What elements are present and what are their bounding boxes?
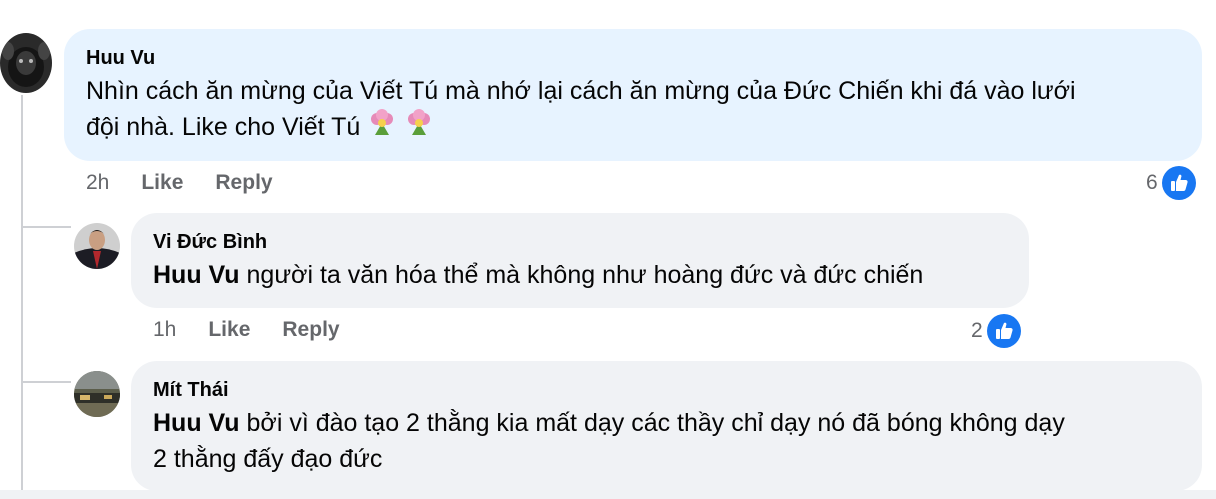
reply-text-content: bởi vì đào tạo 2 thằng kia mất dạy các t… xyxy=(246,409,1065,437)
comment-time[interactable]: 2h xyxy=(86,171,109,195)
reply-bubble: Mít Thái Huu Vu bởi vì đào tạo 2 thằng k… xyxy=(131,361,1202,491)
thread-line-branch-1 xyxy=(21,226,71,228)
reply-time[interactable]: 1h xyxy=(153,318,176,342)
like-button[interactable]: Like xyxy=(208,318,250,342)
reply-bubble: Vi Đức Bình Huu Vu người ta văn hóa thể … xyxy=(131,213,1029,308)
avatar[interactable] xyxy=(0,33,52,93)
mention-link[interactable]: Huu Vu xyxy=(153,409,240,437)
reaction-count: 6 xyxy=(1146,171,1158,194)
comment-text-line1: Nhìn cách ăn mừng của Viết Tú mà nhớ lại… xyxy=(86,77,1076,105)
thread-line-branch-2 xyxy=(21,381,71,383)
comment-bubble: Huu Vu Nhìn cách ăn mừng của Viết Tú mà … xyxy=(64,29,1202,161)
comment-text-line2-content: đội nhà. Like cho Viết Tú xyxy=(86,113,361,141)
bouquet-emoji-icon xyxy=(367,109,397,147)
avatar[interactable] xyxy=(74,223,120,269)
reply-button[interactable]: Reply xyxy=(282,318,339,342)
avatar[interactable] xyxy=(74,371,120,417)
thumbs-up-icon xyxy=(1161,166,1196,200)
reply-author[interactable]: Mít Thái xyxy=(153,377,1180,403)
reaction-summary[interactable]: 6 xyxy=(1146,166,1196,200)
reply-button[interactable]: Reply xyxy=(215,171,272,195)
reply-text-content: người ta văn hóa thể mà không như hoàng … xyxy=(246,261,924,289)
reply-text-line2: 2 thằng đấy đạo đức xyxy=(153,445,383,473)
reply-author[interactable]: Vi Đức Bình xyxy=(153,229,1007,255)
reply-text: Huu Vu người ta văn hóa thể mà không như… xyxy=(153,257,1007,293)
scroll-bottom-edge xyxy=(0,490,1216,499)
thread-line-vertical xyxy=(21,95,23,495)
like-button[interactable]: Like xyxy=(141,171,183,195)
bouquet-emoji-icon xyxy=(404,109,434,147)
mention-link[interactable]: Huu Vu xyxy=(153,261,240,289)
reaction-count: 2 xyxy=(971,319,983,342)
reaction-summary[interactable]: 2 xyxy=(971,314,1021,348)
comment-text: Nhìn cách ăn mừng của Viết Tú mà nhớ lại… xyxy=(86,73,1180,109)
comment-author[interactable]: Huu Vu xyxy=(86,45,1180,71)
reply-text: Huu Vu bởi vì đào tạo 2 thằng kia mất dạ… xyxy=(153,405,1180,441)
reply-actions: 1h Like Reply xyxy=(153,318,372,342)
comment-actions: 2h Like Reply xyxy=(86,171,305,195)
comment-text-line2: đội nhà. Like cho Viết Tú xyxy=(86,109,1180,147)
thumbs-up-icon xyxy=(986,314,1021,348)
